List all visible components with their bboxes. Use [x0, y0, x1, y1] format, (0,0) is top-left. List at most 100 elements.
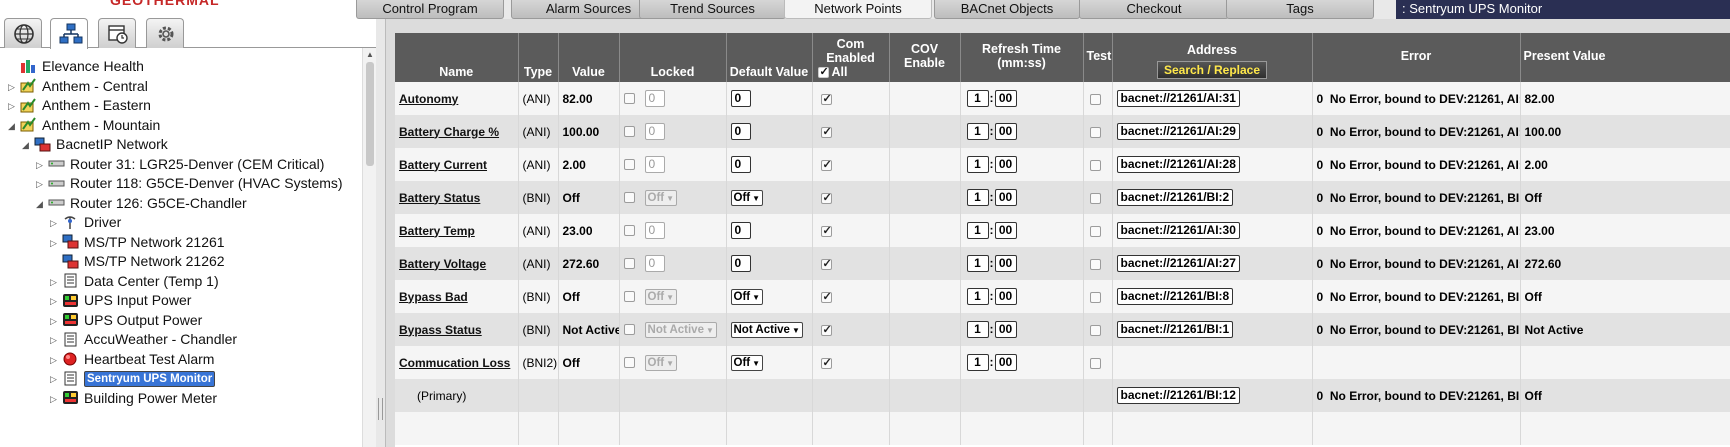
test-checkbox[interactable]	[1089, 126, 1101, 138]
refresh-seconds-input[interactable]: 00	[994, 156, 1017, 173]
com-enabled-checkbox[interactable]	[820, 92, 832, 105]
refresh-minutes-input[interactable]: 1	[966, 321, 989, 338]
tree-expander-icon[interactable]: ▷	[50, 213, 62, 233]
tree-node-label[interactable]: AccuWeather - Chandler	[84, 331, 237, 347]
refresh-minutes-input[interactable]: 1	[966, 156, 989, 173]
col-locked[interactable]: Locked	[619, 33, 727, 82]
tree-node[interactable]: ▷ Building Power Meter	[50, 388, 217, 408]
default-value-input[interactable]: 0	[730, 255, 751, 272]
locked-value-select[interactable]: Off ▼	[644, 354, 678, 371]
refresh-minutes-input[interactable]: 1	[966, 288, 989, 305]
tree-expander-icon[interactable]: ◢	[22, 135, 34, 155]
com-enabled-checkbox[interactable]	[820, 158, 832, 171]
tree-node[interactable]: Elevance Health	[8, 56, 144, 76]
locked-value-input[interactable]: 0	[644, 90, 665, 107]
tree-node-label[interactable]: Anthem - Central	[42, 78, 148, 94]
tree-node[interactable]: ◢ BacnetIP Network	[22, 134, 168, 154]
tree-scrollbar[interactable]: ▲	[362, 48, 376, 447]
refresh-seconds-input[interactable]: 00	[994, 354, 1017, 371]
default-value-select[interactable]: Off ▼	[730, 189, 764, 206]
locked-checkbox[interactable]	[623, 159, 635, 170]
tree-node[interactable]: ◢ Anthem - Mountain	[8, 115, 160, 135]
refresh-seconds-input[interactable]: 00	[994, 321, 1017, 338]
tree-expander-icon[interactable]: ▷	[50, 272, 62, 292]
tree-expander-icon[interactable]: ▷	[36, 174, 48, 194]
tree-expander-icon[interactable]: ▷	[50, 291, 62, 311]
com-enabled-checkbox[interactable]	[820, 257, 832, 270]
test-checkbox[interactable]	[1089, 159, 1101, 171]
col-cov-enable[interactable]: COV Enable	[889, 33, 961, 82]
tree-expander-icon[interactable]: ▷	[50, 389, 62, 409]
test-checkbox[interactable]	[1089, 357, 1101, 369]
point-name-link[interactable]: Bypass Bad	[399, 290, 468, 304]
scroll-up-icon[interactable]: ▲	[366, 50, 374, 59]
refresh-seconds-input[interactable]: 00	[994, 189, 1017, 206]
address-field[interactable]: bacnet://21261/AI:29	[1116, 123, 1240, 140]
locked-value-input[interactable]: 0	[644, 123, 665, 140]
locked-value-select[interactable]: Not Active ▼	[644, 321, 717, 338]
nav-tab-schedules[interactable]	[98, 18, 136, 48]
refresh-seconds-input[interactable]: 00	[994, 90, 1017, 107]
tab-network-points[interactable]: Network Points	[784, 0, 932, 19]
test-checkbox[interactable]	[1089, 324, 1101, 336]
col-error[interactable]: Error	[1312, 33, 1521, 82]
locked-value-input[interactable]: 0	[644, 156, 665, 173]
col-name[interactable]: Name	[395, 33, 519, 82]
com-enabled-checkbox[interactable]	[820, 125, 832, 138]
address-field[interactable]: bacnet://21261/BI:12	[1116, 387, 1240, 404]
tab-bacnet-objects[interactable]: BACnet Objects	[934, 0, 1080, 19]
tree-expander-icon[interactable]: ▷	[50, 233, 62, 253]
default-value-select[interactable]: Off ▼	[730, 288, 764, 305]
tree-node[interactable]: MS/TP Network 21262	[50, 251, 225, 271]
locked-checkbox[interactable]	[623, 126, 635, 137]
tree-node-label[interactable]: Elevance Health	[42, 58, 144, 74]
tree-node[interactable]: ▷ Driver	[50, 212, 121, 232]
tree-expander-icon[interactable]: ▷	[36, 155, 48, 175]
tab-trend-sources[interactable]: Trend Sources	[639, 0, 786, 19]
default-value-input[interactable]: 0	[730, 90, 751, 107]
tab-control-program[interactable]: Control Program	[356, 0, 504, 19]
tree-node-label[interactable]: MS/TP Network 21262	[84, 253, 225, 269]
point-name-link[interactable]: Autonomy	[399, 92, 458, 106]
tree-expander-icon[interactable]: ◢	[36, 194, 48, 214]
tree-expander-icon[interactable]: ▷	[50, 369, 62, 389]
address-field[interactable]: bacnet://21261/AI:30	[1116, 222, 1240, 239]
default-value-input[interactable]: 0	[730, 123, 751, 140]
col-default-value[interactable]: Default Value	[726, 33, 813, 82]
tree-node-label[interactable]: Router 126: G5CE-Chandler	[70, 195, 247, 211]
test-checkbox[interactable]	[1089, 291, 1101, 303]
tree-node-label[interactable]: Anthem - Eastern	[42, 97, 151, 113]
locked-value-select[interactable]: Off ▼	[644, 189, 678, 206]
search-replace-button[interactable]: Search / Replace	[1156, 61, 1268, 79]
col-value[interactable]: Value	[558, 33, 620, 82]
address-field[interactable]: bacnet://21261/AI:31	[1116, 90, 1240, 107]
refresh-seconds-input[interactable]: 00	[994, 222, 1017, 239]
tree-expander-icon[interactable]: ▷	[50, 311, 62, 331]
tree-node[interactable]: ▷ Heartbeat Test Alarm	[50, 349, 214, 369]
tree-node-label[interactable]: UPS Output Power	[84, 312, 202, 328]
point-name-link[interactable]: Battery Status	[399, 191, 480, 205]
point-name-link[interactable]: Battery Charge %	[399, 125, 499, 139]
com-enabled-checkbox[interactable]	[820, 191, 832, 204]
com-enabled-all-checkbox[interactable]	[817, 65, 829, 79]
locked-checkbox[interactable]	[623, 291, 635, 302]
splitter-grip[interactable]	[378, 398, 383, 420]
tree-node[interactable]: ▷ Anthem - Central	[8, 76, 148, 96]
refresh-minutes-input[interactable]: 1	[966, 255, 989, 272]
tree-expander-icon[interactable]: ◢	[8, 116, 20, 136]
refresh-minutes-input[interactable]: 1	[966, 189, 989, 206]
tree-expander-icon[interactable]: ▷	[50, 350, 62, 370]
tree-node[interactable]: ▷ Data Center (Temp 1)	[50, 271, 219, 291]
point-name-link[interactable]: Battery Temp	[399, 224, 475, 238]
panel-splitter[interactable]	[376, 0, 386, 447]
tree-node[interactable]: ▷ Anthem - Eastern	[8, 95, 151, 115]
col-refresh-time[interactable]: Refresh Time (mm:ss)	[960, 33, 1084, 82]
col-type[interactable]: Type	[518, 33, 559, 82]
default-value-input[interactable]: 0	[730, 222, 751, 239]
tree-node-label[interactable]: Heartbeat Test Alarm	[84, 351, 214, 367]
tree-expander-icon[interactable]: ▷	[50, 330, 62, 350]
address-field[interactable]: bacnet://21261/AI:27	[1116, 255, 1240, 272]
address-field[interactable]: bacnet://21261/BI:8	[1116, 288, 1234, 305]
locked-checkbox[interactable]	[623, 324, 635, 335]
col-test[interactable]: Test	[1083, 33, 1113, 82]
